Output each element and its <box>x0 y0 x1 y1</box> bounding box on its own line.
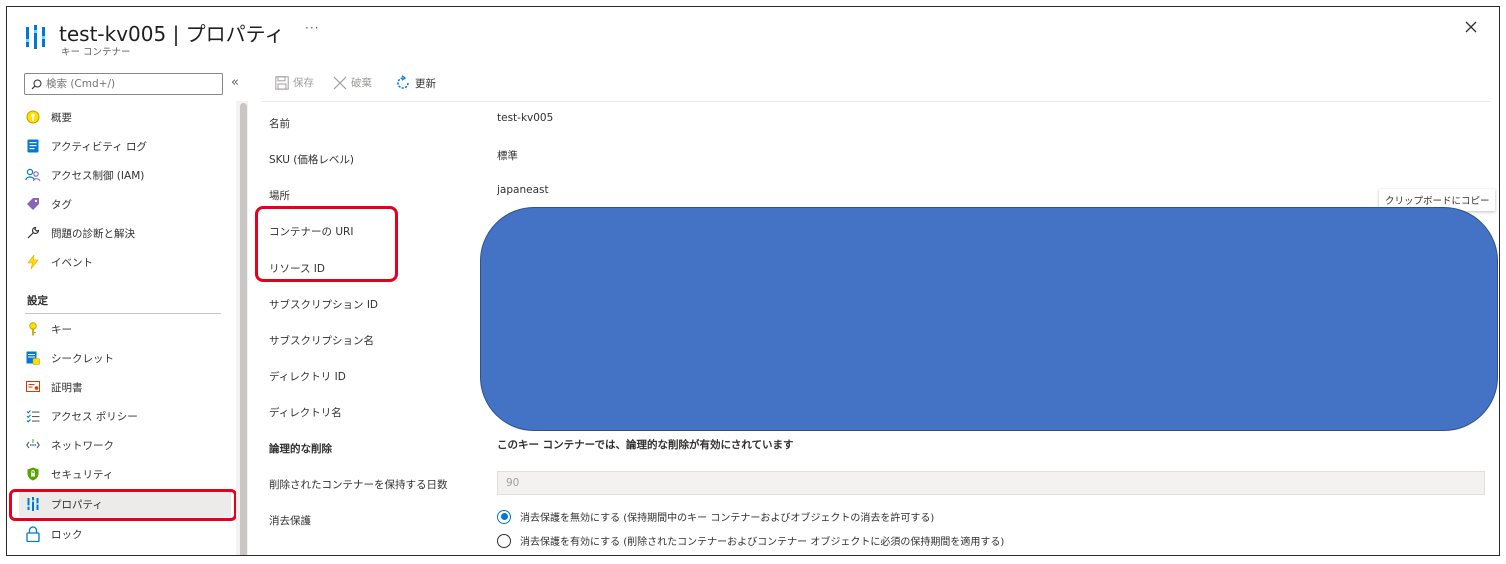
retention-days-input[interactable] <box>497 471 1485 495</box>
discard-button-label: 破棄 <box>351 77 372 89</box>
sidebar-item-keys[interactable]: キー <box>19 316 231 342</box>
sidebar-item-label: セキュリティ <box>51 468 114 481</box>
sidebar-item-security[interactable]: セキュリティ <box>19 461 231 487</box>
window-frame: test-kv005 | プロパティ キー コンテナー ··· « 概要 アクテ… <box>6 6 1500 556</box>
sidebar-item-access-policies[interactable]: アクセス ポリシー <box>19 403 231 429</box>
properties-highlight-box <box>9 489 237 521</box>
purge-enable-radio[interactable]: 消去保護を有効にする (削除されたコンテナーおよびコンテナー オブジェクトに必須… <box>497 533 1004 548</box>
activity-log-icon <box>25 138 41 154</box>
certificate-icon <box>25 379 41 395</box>
sidebar-item-label: シークレット <box>51 352 114 365</box>
save-icon <box>275 75 289 90</box>
directory-name-label: ディレクトリ名 <box>269 407 342 419</box>
retention-days-label: 削除されたコンテナーを保持する日数 <box>269 479 448 491</box>
toolbar-divider <box>261 101 1491 102</box>
location-label: 場所 <box>269 190 290 202</box>
discard-icon <box>333 76 347 89</box>
sidebar-item-label: キー <box>51 323 72 336</box>
collapse-sidebar-button[interactable]: « <box>231 75 239 90</box>
secret-icon <box>25 350 41 366</box>
sku-label: SKU (価格レベル) <box>269 154 354 166</box>
refresh-icon <box>397 75 409 89</box>
name-label: 名前 <box>269 118 290 130</box>
purge-disable-radio[interactable]: 消去保護を無効にする (保持期間中のキー コンテナーおよびオブジェクトの消去を許… <box>497 509 934 524</box>
radio-button[interactable] <box>497 533 511 548</box>
wrench-icon <box>25 225 41 241</box>
sidebar-item-events[interactable]: イベント <box>19 249 231 275</box>
purge-disable-label: 消去保護を無効にする (保持期間中のキー コンテナーおよびオブジェクトの消去を許… <box>520 513 935 524</box>
sidebar-item-label: 問題の診断と解決 <box>51 227 135 240</box>
sidebar-item-tags[interactable]: タグ <box>19 191 231 217</box>
page-title: test-kv005 | プロパティ <box>59 22 285 46</box>
access-policy-icon <box>25 408 41 424</box>
name-value: test-kv005 <box>497 112 554 124</box>
tag-icon <box>25 196 41 212</box>
purge-enable-label: 消去保護を有効にする (削除されたコンテナーおよびコンテナー オブジェクトに必須… <box>520 537 1005 548</box>
redaction-overlay <box>480 207 1498 431</box>
key-vault-overview-icon <box>25 109 41 125</box>
network-icon <box>25 437 41 453</box>
search-box[interactable] <box>24 73 223 95</box>
location-value: japaneast <box>497 184 549 196</box>
subscription-name-label: サブスクリプション名 <box>269 335 374 347</box>
lightning-icon <box>25 254 41 270</box>
search-icon <box>31 79 42 89</box>
sidebar-item-label: アクセス ポリシー <box>51 410 138 423</box>
sidebar-item-label: アクティビティ ログ <box>51 140 148 153</box>
sidebar-item-label: ネットワーク <box>51 439 114 452</box>
sidebar-item-secrets[interactable]: シークレット <box>19 345 231 371</box>
radio-button[interactable] <box>497 509 511 524</box>
search-input[interactable] <box>46 78 216 90</box>
soft-delete-value: このキー コンテナーでは、論理的な削除が有効にされています <box>497 439 794 451</box>
discard-button[interactable]: 破棄 <box>333 75 372 90</box>
directory-id-label: ディレクトリ ID <box>269 371 346 383</box>
sidebar-item-networking[interactable]: ネットワーク <box>19 432 231 458</box>
refresh-button[interactable]: 更新 <box>395 75 436 91</box>
save-button-label: 保存 <box>293 77 314 89</box>
sidebar-item-overview[interactable]: 概要 <box>19 104 231 130</box>
subscription-id-label: サブスクリプション ID <box>269 299 379 311</box>
purge-protection-label: 消去保護 <box>269 515 311 527</box>
page-subtitle: キー コンテナー <box>61 47 131 58</box>
shield-icon <box>25 466 41 482</box>
sidebar-item-label: イベント <box>51 256 93 269</box>
close-icon[interactable] <box>1463 19 1479 35</box>
settings-section-label: 設定 <box>27 295 48 307</box>
sidebar-item-label: 概要 <box>51 111 72 124</box>
access-control-icon <box>25 167 41 183</box>
more-button[interactable]: ··· <box>305 21 319 35</box>
soft-delete-label: 論理的な削除 <box>269 443 332 455</box>
properties-logo-icon <box>26 25 45 49</box>
sidebar-item-label: アクセス制御 (IAM) <box>51 169 145 182</box>
sidebar-item-label: タグ <box>51 198 72 211</box>
refresh-button-label: 更新 <box>415 77 436 90</box>
sidebar-item-diagnose[interactable]: 問題の診断と解決 <box>19 220 231 246</box>
sidebar-item-access-control[interactable]: アクセス制御 (IAM) <box>19 162 231 188</box>
sidebar-scrollbar[interactable] <box>240 103 247 555</box>
sku-value: 標準 <box>497 150 518 162</box>
sidebar-item-activity-log[interactable]: アクティビティ ログ <box>19 133 231 159</box>
lock-icon <box>25 526 41 542</box>
key-icon <box>25 321 41 337</box>
sidebar-item-label: ロック <box>51 528 83 541</box>
section-divider <box>25 313 221 314</box>
sidebar-item-label: 証明書 <box>51 381 83 394</box>
sidebar-item-locks[interactable]: ロック <box>19 521 231 547</box>
uri-highlight-box <box>255 206 398 282</box>
save-button[interactable]: 保存 <box>275 75 314 90</box>
sidebar-item-certificates[interactable]: 証明書 <box>19 374 231 400</box>
